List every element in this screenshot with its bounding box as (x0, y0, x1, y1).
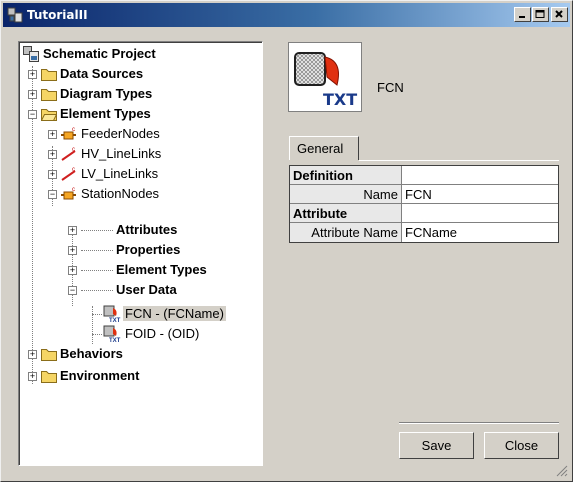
maximize-button[interactable] (532, 7, 549, 22)
tree-item-properties[interactable]: + Properties (19, 240, 259, 260)
tree-item-label: Diagram Types (60, 86, 153, 101)
save-button[interactable]: Save (399, 432, 474, 459)
project-tree[interactable]: Schematic Project + Data Sources + Diagr… (18, 41, 263, 466)
svg-text:c: c (72, 167, 75, 173)
tab-strip-edge (359, 160, 559, 161)
property-table: Definition Name FCN Attribute Attribute … (289, 165, 559, 243)
element-preview-icon: TXT (288, 42, 362, 112)
app-window: TutorialII Schematic Project + Data Sour… (0, 0, 573, 482)
open-folder-icon (41, 109, 57, 121)
tree-item-label: Properties (116, 242, 181, 257)
window-title: TutorialII (27, 8, 88, 22)
expand-toggle[interactable]: + (28, 350, 37, 359)
minimize-icon (519, 16, 525, 18)
section-header: Definition (290, 166, 402, 184)
expand-toggle[interactable]: + (68, 266, 77, 275)
tree-item-behaviors[interactable]: + Behaviors (19, 344, 259, 364)
expand-toggle[interactable]: + (68, 246, 77, 255)
expand-toggle[interactable]: + (48, 170, 57, 179)
svg-text:TXT: TXT (109, 338, 121, 343)
tree-item-feedernodes[interactable]: + c FeederNodes (19, 124, 259, 144)
collapse-toggle[interactable]: − (28, 110, 37, 119)
tree-item-stationnodes[interactable]: − c StationNodes (19, 184, 259, 204)
close-button[interactable]: Close (484, 432, 559, 459)
tree-connector (92, 334, 102, 335)
tree-item-label: StationNodes (81, 186, 160, 201)
tree-item-label: HV_LineLinks (81, 146, 162, 161)
tree-item-attributes[interactable]: + Attributes (19, 220, 259, 240)
minimize-button[interactable] (514, 7, 531, 22)
tree-item-label: Data Sources (60, 66, 144, 81)
table-row: Definition (290, 166, 558, 185)
expand-toggle[interactable]: + (28, 90, 37, 99)
tab-general[interactable]: General (289, 136, 359, 160)
close-icon (555, 10, 563, 18)
tree-item-label: User Data (116, 282, 177, 297)
tree-item-label: Element Types (116, 262, 207, 277)
tree-item-element-types[interactable]: − Element Types (19, 104, 259, 124)
button-separator (399, 422, 559, 424)
resize-grip-icon[interactable] (556, 465, 568, 477)
tree-item-data-sources[interactable]: + Data Sources (19, 64, 259, 84)
tree-connector (92, 314, 102, 315)
property-value-field[interactable]: FCN (402, 185, 558, 203)
close-window-button[interactable] (551, 7, 568, 22)
table-row[interactable]: Attribute Name FCName (290, 223, 558, 242)
expand-toggle[interactable]: + (48, 130, 57, 139)
text-attribute-icon: TXT (103, 325, 121, 343)
svg-text:c: c (72, 187, 75, 193)
tree-item-label: Behaviors (60, 346, 123, 361)
tree-item-label: Attributes (116, 222, 178, 237)
expand-toggle[interactable]: + (68, 226, 77, 235)
tree-item-element-types-child[interactable]: + Element Types (19, 260, 259, 280)
node-element-icon: c (61, 187, 76, 200)
title-bar[interactable]: TutorialII (3, 3, 570, 27)
property-key: Attribute Name (290, 223, 402, 242)
tree-item-fcn[interactable]: TXT FCN - (FCName) (19, 304, 259, 324)
tree-item-label: FCN - (FCName) (123, 306, 226, 321)
expand-toggle[interactable]: + (48, 150, 57, 159)
tree-item-label: FOID - (OID) (125, 326, 200, 341)
folder-icon (41, 371, 57, 383)
project-icon (23, 46, 39, 62)
svg-text:c: c (72, 147, 75, 153)
property-value (402, 204, 558, 222)
tree-root-label: Schematic Project (43, 46, 156, 61)
tree-item-foid[interactable]: TXT FOID - (OID) (19, 324, 259, 344)
link-element-icon: c (61, 147, 76, 161)
text-attribute-icon: TXT (103, 305, 121, 323)
collapse-toggle[interactable]: − (48, 190, 57, 199)
tree-item-diagram-types[interactable]: + Diagram Types (19, 84, 259, 104)
tree-item-user-data[interactable]: − User Data (19, 280, 259, 300)
collapse-toggle[interactable]: − (68, 286, 77, 295)
tree-item-label: Environment (60, 368, 140, 383)
maximize-icon (535, 10, 545, 18)
section-header: Attribute (290, 204, 402, 222)
icon-caption: TXT (323, 90, 357, 109)
tree-item-hv-linelinks[interactable]: + c HV_LineLinks (19, 144, 259, 164)
tree-item-environment[interactable]: + Environment (19, 366, 259, 386)
tree-root[interactable]: Schematic Project (19, 44, 259, 64)
expand-toggle[interactable]: + (28, 372, 37, 381)
table-row[interactable]: Name FCN (290, 185, 558, 204)
tree-item-label: FeederNodes (81, 126, 160, 141)
node-element-icon: c (61, 127, 76, 140)
svg-text:TXT: TXT (109, 318, 121, 323)
expand-toggle[interactable]: + (28, 70, 37, 79)
folder-icon (41, 89, 57, 101)
link-element-icon: c (61, 167, 76, 181)
table-row: Attribute (290, 204, 558, 223)
tree-item-label: LV_LineLinks (81, 166, 159, 181)
svg-text:c: c (72, 127, 75, 133)
property-value-field[interactable]: FCName (402, 223, 558, 242)
folder-icon (41, 69, 57, 81)
tree-item-lv-linelinks[interactable]: + c LV_LineLinks (19, 164, 259, 184)
property-key: Name (290, 185, 402, 203)
folder-icon (41, 349, 57, 361)
tree-item-label: Element Types (60, 106, 151, 121)
text-attribute-large-icon: TXT (294, 52, 357, 109)
element-name-label: FCN (377, 80, 404, 95)
app-icon (7, 7, 23, 23)
property-value (402, 166, 558, 184)
